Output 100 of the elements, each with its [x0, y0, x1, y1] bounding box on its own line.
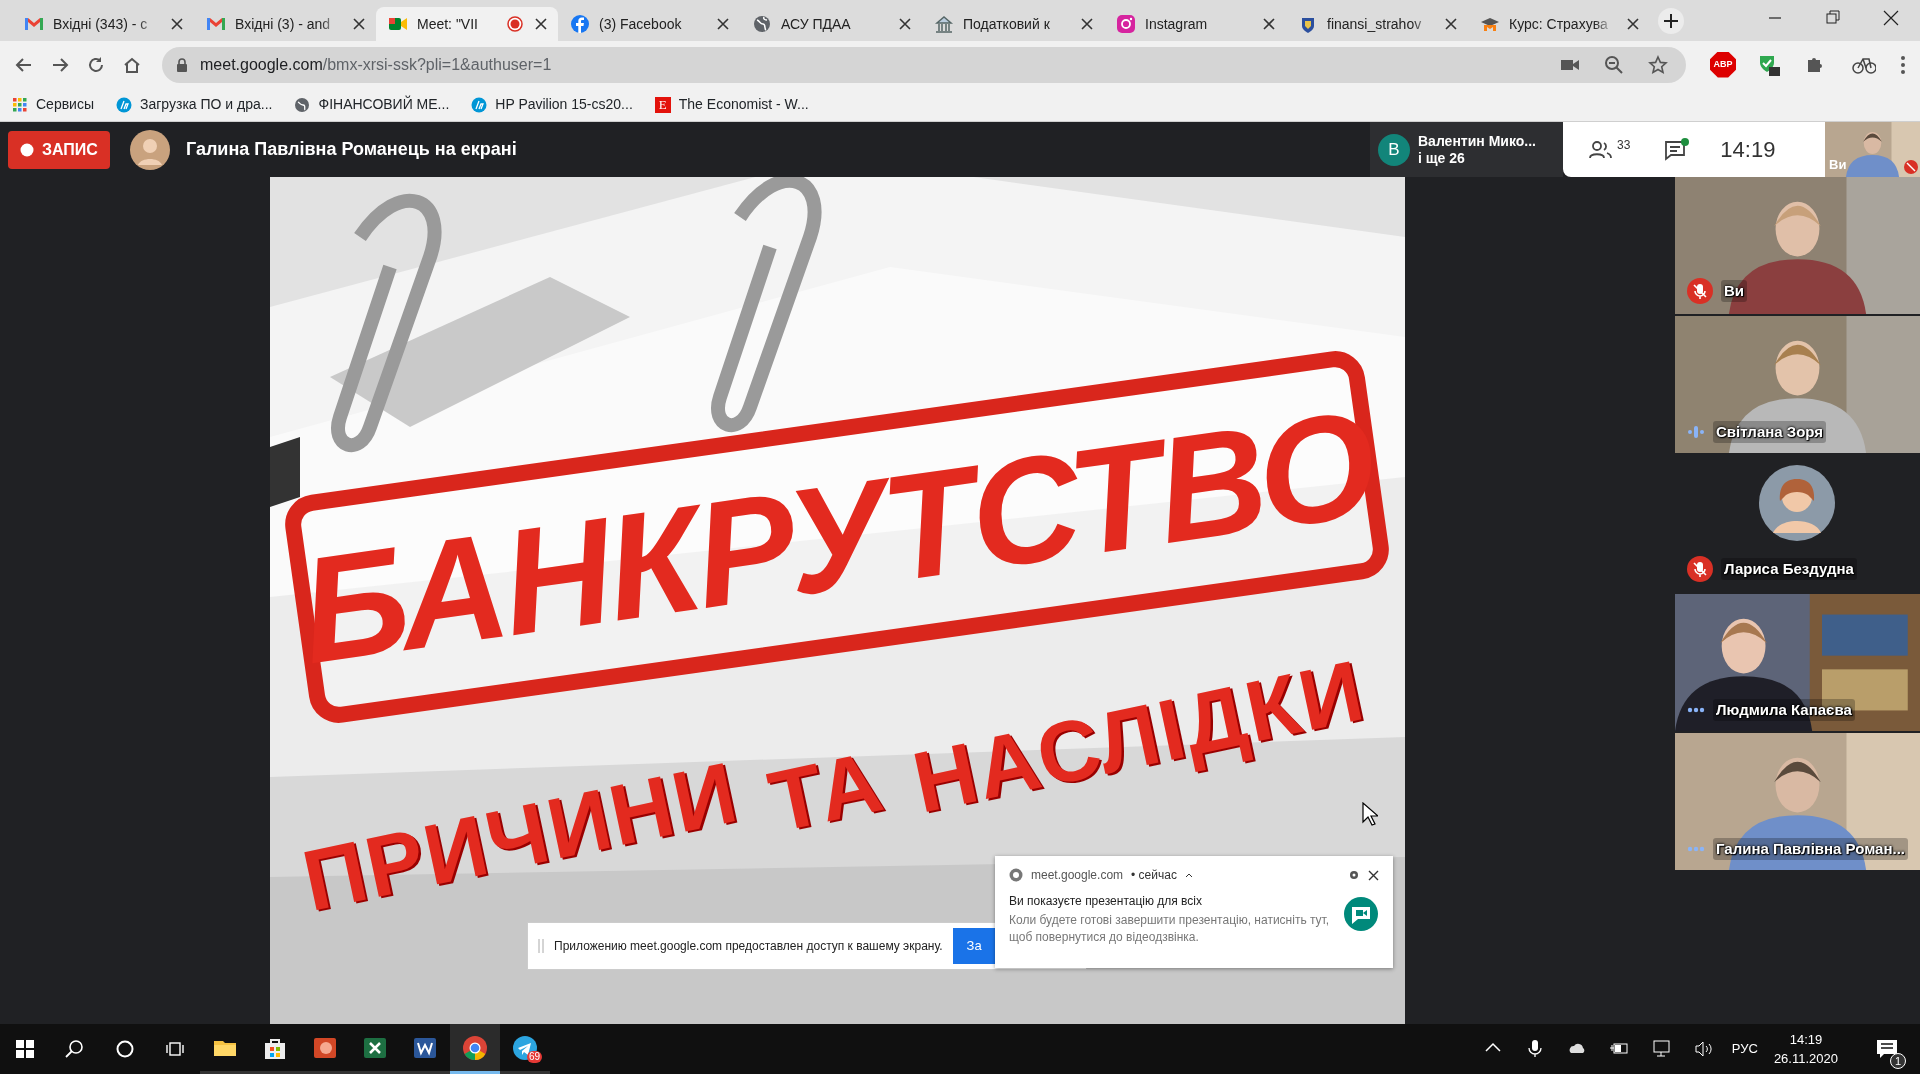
close-icon [1881, 8, 1901, 28]
close-tab-button[interactable] [1442, 18, 1460, 30]
bookmark-link[interactable]: Сервисы [12, 94, 94, 115]
close-icon [717, 18, 729, 30]
close-tab-button[interactable] [896, 18, 914, 30]
record-icon [20, 142, 34, 157]
windows-icon [16, 1040, 34, 1058]
circle-icon [115, 1039, 135, 1059]
avatar-icon [1759, 465, 1835, 541]
paper-plane-icon [512, 1034, 538, 1061]
participant-name: Світлана Зоря [1713, 420, 1827, 443]
people-count: 33 [1617, 138, 1631, 151]
stop-sharing-button[interactable]: За [952, 928, 996, 964]
more-icon [1900, 54, 1906, 75]
bookmark-link[interactable]: Загрузка ПО и дра... [116, 94, 273, 115]
speaker-icon [1693, 1039, 1712, 1059]
more-participants: і ще 26 [1418, 149, 1466, 167]
clock-time[interactable]: 14:19 [1789, 1029, 1823, 1049]
caret-icon [1184, 872, 1193, 878]
browser-tab[interactable]: (3) Facebook [558, 7, 740, 41]
participants-summary[interactable]: В Валентин Мико... і ще 26 [1370, 122, 1563, 177]
close-icon [353, 18, 365, 30]
close-button[interactable] [1368, 869, 1379, 881]
message-icon [1876, 1039, 1898, 1059]
zoom-out-icon [1604, 54, 1624, 75]
close-tab-button[interactable] [1260, 18, 1278, 30]
browser-tab[interactable]: Вхідні (3) - and [194, 7, 376, 41]
language-indicator[interactable]: РУС [1731, 1039, 1758, 1059]
camera-icon [1116, 14, 1136, 34]
globe-icon [752, 14, 772, 34]
avatar-letter: В [1378, 133, 1410, 166]
notification-center-button[interactable]: 1 [1862, 1024, 1912, 1074]
browser-tab[interactable]: Курс: Страхува [1468, 7, 1650, 41]
people-button[interactable]: 33 [1585, 134, 1635, 165]
cursor-icon [1362, 802, 1378, 826]
bookmark-link[interactable]: E The Economist - W... [654, 94, 809, 115]
building-icon [934, 14, 954, 34]
hp-logo-icon [471, 96, 488, 113]
minimize-icon [1769, 17, 1781, 19]
presenter-text: Галина Павлівна Романець на екрані [185, 138, 517, 161]
meet-logo-icon [1343, 896, 1379, 932]
chrome-icon [1009, 868, 1023, 882]
clock-date[interactable]: 26.11.2020 [1773, 1049, 1838, 1069]
browser-tab[interactable]: Meet: "VII [376, 7, 558, 41]
close-tab-button[interactable] [532, 18, 550, 30]
close-icon [1627, 18, 1639, 30]
share-message: Приложению meet.google.com предоставлен доступ к вашему экрану. [554, 938, 943, 955]
url-text: meet.google.com/bmx-xrsi-ssk?pli=1&authuser=1 [200, 54, 552, 75]
task-view-icon [165, 1039, 185, 1059]
participant-name: Валентин Мико... [1418, 132, 1536, 150]
close-icon [1445, 18, 1457, 30]
close-tab-button[interactable] [168, 18, 186, 30]
microphone-icon [1525, 1039, 1544, 1059]
close-tab-button[interactable] [714, 18, 732, 30]
notification-title: Ви показуєте презентацію для всіх [1009, 893, 1204, 910]
close-icon [1263, 18, 1275, 30]
drag-handle-icon [538, 939, 544, 953]
record-button[interactable]: ЗАПИС [8, 130, 110, 169]
close-icon [1081, 18, 1093, 30]
close-icon [899, 18, 911, 30]
participant-name: Ви [1721, 279, 1748, 303]
hp-logo-icon [116, 96, 132, 113]
address-bar[interactable]: meet.google.com/bmx-xrsi-ssk?pli=1&authuser=1 [162, 46, 1686, 83]
notification-source: meet.google.com [1031, 867, 1124, 884]
notification-body: Коли будете готові завершити презентацію, натисніть тут, щоб повернутися до відеодзвінка. [1009, 912, 1331, 947]
close-icon [535, 18, 547, 30]
taskbar-app[interactable] [450, 1024, 500, 1074]
close-tab-button[interactable] [350, 18, 368, 30]
logo-icon: E [654, 96, 671, 113]
notification-time: • сейчас [1131, 867, 1177, 884]
participant-name: Людмила Капаєва [1713, 698, 1855, 721]
close-icon [1368, 869, 1379, 881]
browser-tab[interactable]: finansi_strahov [1286, 7, 1468, 41]
network-icon [1651, 1039, 1670, 1059]
browser-tab[interactable]: Вхідні (343) - с [12, 7, 194, 41]
avatar-icon [129, 129, 170, 170]
close-tab-button[interactable] [1078, 18, 1096, 30]
notification-card[interactable]: meet.google.com • сейчас Ви показуєте презентацію для всіх Коли будете готові завершити презентацію, натисніть тут, щоб повернутися до відеодзвінка. [995, 856, 1393, 968]
bookmark-link[interactable]: ФІНАНСОВИЙ МЕ... [294, 94, 450, 115]
meeting-time: 14:19 [1720, 136, 1776, 164]
chrome-icon [462, 1034, 488, 1061]
settings-icon [1348, 869, 1360, 881]
lock-icon [176, 57, 188, 72]
bookmark-link[interactable]: HP Pavilion 15-cs20... [471, 94, 633, 115]
apps-icon [12, 96, 28, 113]
star-icon [1648, 54, 1668, 75]
close-tab-button[interactable] [1624, 18, 1642, 30]
search-icon [65, 1039, 85, 1059]
participant-name: Лариса Бездудна [1721, 557, 1857, 581]
browser-tab[interactable]: Instagram [1104, 7, 1286, 41]
adblock-button[interactable]: ABP [1710, 51, 1736, 78]
taskbar-app[interactable]: 69 [500, 1024, 550, 1074]
globe-icon [294, 96, 311, 113]
new-tab-button[interactable] [1658, 8, 1684, 34]
slide-subtitle: ТА [763, 744, 890, 840]
browser-tab[interactable]: Податковий к [922, 7, 1104, 41]
browser-tab[interactable]: АСУ ПДАА [740, 7, 922, 41]
close-icon [171, 18, 183, 30]
settings-button[interactable] [1348, 869, 1360, 881]
facebook-icon [570, 14, 590, 34]
